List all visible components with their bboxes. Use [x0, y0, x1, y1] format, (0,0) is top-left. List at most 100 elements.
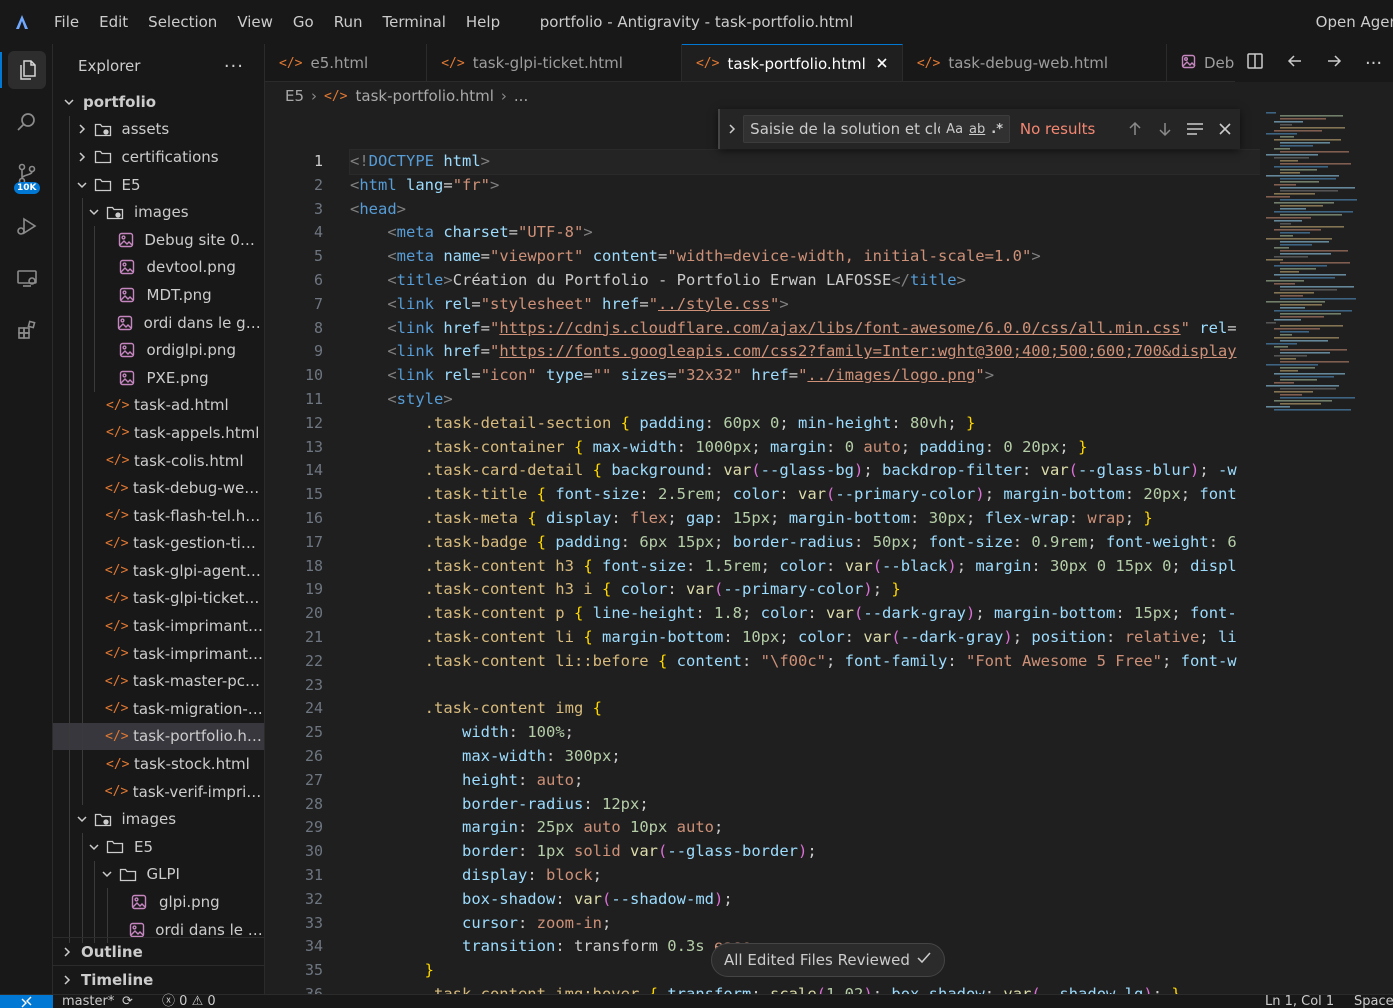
file-glpi-png[interactable]: glpi.png	[53, 888, 264, 916]
code-line[interactable]: <head>	[350, 198, 1260, 222]
breadcrumb-folder[interactable]: E5	[285, 87, 304, 105]
code-line[interactable]: .task-meta { display: flex; gap: 15px; m…	[350, 507, 1260, 531]
toggle-replace-icon[interactable]	[720, 123, 743, 135]
remote-indicator[interactable]	[0, 995, 53, 1008]
code-line[interactable]: .task-content li::before { content: "\f0…	[350, 650, 1260, 674]
menu-file[interactable]: File	[44, 0, 89, 44]
code-line[interactable]: .task-content li { margin-bottom: 10px; …	[350, 626, 1260, 650]
next-match-icon[interactable]	[1150, 121, 1180, 137]
code-line[interactable]: .task-title { font-size: 2.5rem; color: …	[350, 483, 1260, 507]
file-task-imprimante[interactable]: </> task-imprimante...	[53, 639, 264, 668]
file-task-glpi-ticket-h[interactable]: </> task-glpi-ticket.h...	[53, 584, 264, 613]
file-task-flash-tel-html[interactable]: </> task-flash-tel.html	[53, 501, 264, 530]
menu-go[interactable]: Go	[283, 0, 324, 44]
menu-edit[interactable]: Edit	[89, 0, 138, 44]
file-task-ad-html[interactable]: </> task-ad.html	[53, 391, 264, 420]
close-icon[interactable]	[1210, 122, 1240, 136]
outline-section[interactable]: Outline	[53, 937, 264, 965]
file-task-portfolio-html[interactable]: </> task-portfolio.html	[53, 722, 264, 751]
previous-match-icon[interactable]	[1120, 121, 1150, 137]
code-line[interactable]: margin: 25px auto 10px auto;	[350, 816, 1260, 840]
menu-terminal[interactable]: Terminal	[373, 0, 456, 44]
code-line[interactable]: border-radius: 12px;	[350, 793, 1260, 817]
code-line[interactable]: <!DOCTYPE html>	[349, 149, 1260, 175]
code-line[interactable]: box-shadow: var(--shadow-md);	[350, 888, 1260, 912]
code-line[interactable]: .task-container { max-width: 1000px; mar…	[350, 436, 1260, 460]
file-task-stock-html[interactable]: </> task-stock.html	[53, 750, 264, 778]
source-control-activity[interactable]: 10K	[0, 148, 53, 200]
menu-run[interactable]: Run	[324, 0, 373, 44]
find-input[interactable]: Saisie de la solution et clô Aa ab .*	[743, 115, 1010, 143]
app-logo-icon[interactable]	[0, 0, 44, 44]
split-editor-icon[interactable]	[1246, 52, 1264, 74]
breadcrumb-file[interactable]: task-portfolio.html	[356, 87, 494, 105]
code-line[interactable]: max-width: 300px;	[350, 745, 1260, 769]
code-line[interactable]: cursor: zoom-in;	[350, 912, 1260, 936]
file-task-glpi-agent-h[interactable]: </> task-glpi-agent.h...	[53, 557, 264, 585]
file-devtool-png[interactable]: devtool.png	[53, 253, 264, 282]
menu-view[interactable]: View	[227, 0, 283, 44]
folder-certifications[interactable]: certifications	[53, 143, 264, 171]
run-debug-activity[interactable]	[0, 200, 53, 252]
tab-task-portfolio-html[interactable]: </> task-portfolio.html	[681, 44, 903, 81]
open-agent-button[interactable]: Open Agen	[1316, 0, 1393, 44]
file-mdt-png[interactable]: MDT.png	[53, 281, 264, 309]
code-line[interactable]: height: auto;	[350, 769, 1260, 793]
file-task-gestion-tick[interactable]: </> task-gestion-tick...	[53, 529, 264, 558]
code-line[interactable]: border: 1px solid var(--glass-border);	[350, 840, 1260, 864]
folder-e5[interactable]: E5	[53, 833, 264, 861]
code-line[interactable]: <style>	[350, 388, 1260, 412]
explorer-activity[interactable]	[0, 44, 53, 96]
menu-selection[interactable]: Selection	[138, 0, 227, 44]
file-task-master-pc-h[interactable]: </> task-master-pc.h...	[53, 667, 264, 696]
code-line[interactable]: <meta charset="UTF-8">	[350, 221, 1260, 245]
code-line[interactable]: .task-content p { line-height: 1.8; colo…	[350, 602, 1260, 626]
navigate-back-icon[interactable]	[1286, 52, 1304, 74]
find-in-selection-icon[interactable]	[1180, 121, 1210, 137]
more-actions-icon[interactable]: ···	[1365, 53, 1382, 74]
code-line[interactable]: <link rel="icon" type="" sizes="32x32" h…	[350, 364, 1260, 388]
code-line[interactable]: <link href="https://fonts.googleapis.com…	[350, 340, 1260, 364]
file-debug-site-03[interactable]: Debug site 03_...	[53, 225, 264, 254]
search-activity[interactable]	[0, 96, 53, 148]
all-files-reviewed-notice[interactable]: All Edited Files Reviewed	[711, 943, 945, 977]
file-pxe-png[interactable]: PXE.png	[53, 363, 264, 392]
file-ordiglpi-png[interactable]: ordiglpi.png	[53, 336, 264, 364]
folder-assets[interactable]: assets	[53, 115, 264, 144]
code-line[interactable]: .task-card-detail { background: var(--gl…	[350, 459, 1260, 483]
folder-glpi[interactable]: GLPI	[53, 860, 264, 889]
indentation-status[interactable]: Space	[1354, 995, 1393, 1008]
remote-explorer-activity[interactable]	[0, 252, 53, 304]
timeline-section[interactable]: Timeline	[53, 965, 264, 993]
folder-images[interactable]: images	[53, 805, 264, 834]
more-actions-icon[interactable]: ···	[224, 56, 244, 77]
code-line[interactable]: width: 100%;	[350, 721, 1260, 745]
file-task-colis-html[interactable]: </> task-colis.html	[53, 446, 264, 475]
code-line[interactable]: .task-detail-section { padding: 60px 0; …	[350, 412, 1260, 436]
folder-portfolio[interactable]: portfolio	[53, 88, 264, 116]
file-task-appels-html[interactable]: </> task-appels.html	[53, 419, 264, 447]
tab-task-glpi-ticket-html[interactable]: </> task-glpi-ticket.html	[427, 44, 682, 81]
code-line[interactable]	[350, 674, 1260, 698]
file-task-migration-w[interactable]: </> task-migration-w...	[53, 695, 264, 723]
code-line[interactable]: <link rel="stylesheet" href="../style.cs…	[350, 293, 1260, 317]
use-regex-toggle[interactable]: .*	[991, 122, 1003, 137]
folder-e5[interactable]: E5	[53, 170, 264, 199]
code-lines[interactable]: <!DOCTYPE html> <html lang="fr"> <head> …	[349, 149, 1260, 994]
minimap[interactable]	[1260, 110, 1393, 994]
code-line[interactable]: .task-content h3 i { color: var(--primar…	[350, 578, 1260, 602]
code-line[interactable]: .task-content img {	[350, 697, 1260, 721]
file-task-debug-web[interactable]: </> task-debug-web....	[53, 474, 264, 502]
file-task-imprimante[interactable]: </> task-imprimante...	[53, 612, 264, 640]
code-line[interactable]: <meta name="viewport" content="width=dev…	[350, 245, 1260, 269]
code-line[interactable]: <link href="https://cdnjs.cloudflare.com…	[350, 317, 1260, 341]
breadcrumb-symbol[interactable]: ...	[514, 87, 528, 105]
cursor-position[interactable]: Ln 1, Col 1	[1265, 995, 1334, 1008]
tab-e5-html[interactable]: </> e5.html	[265, 44, 428, 81]
code-line[interactable]: .task-content img:hover { transform: sca…	[350, 983, 1260, 994]
code-line[interactable]: .task-badge { padding: 6px 15px; border-…	[350, 531, 1260, 555]
extensions-activity[interactable]	[0, 304, 53, 356]
navigate-forward-icon[interactable]	[1325, 52, 1343, 74]
folder-images[interactable]: images	[53, 198, 264, 226]
code-line[interactable]: display: block;	[350, 864, 1260, 888]
